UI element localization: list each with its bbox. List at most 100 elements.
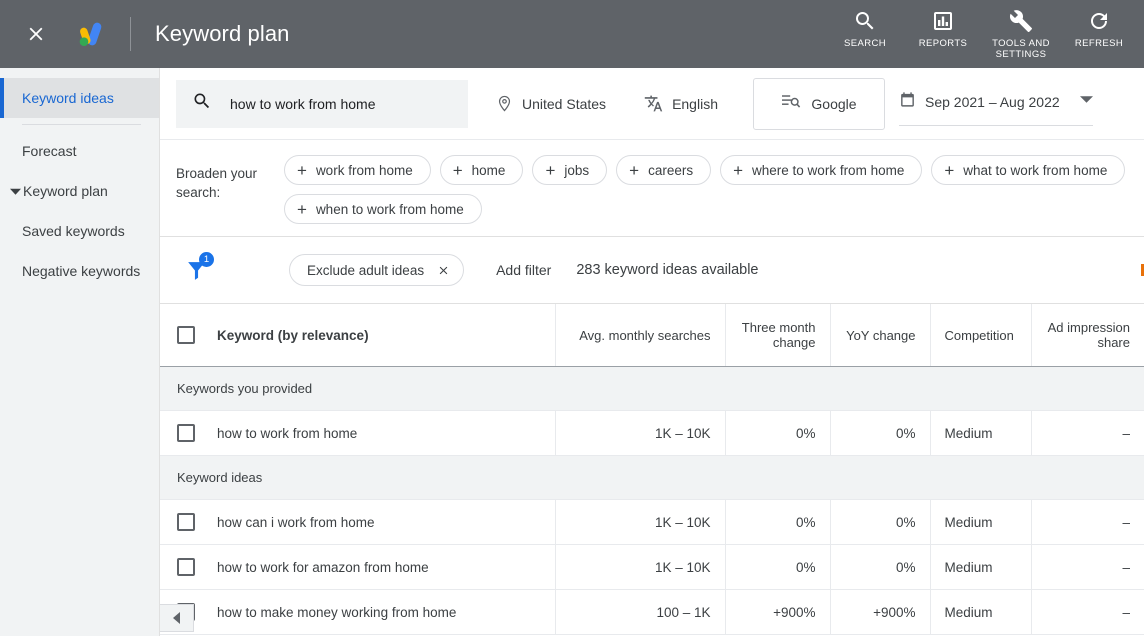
column-header-keyword-label: Keyword (by relevance): [217, 327, 369, 343]
main-content: how to work from home United States Engl…: [160, 68, 1144, 636]
cell-three-month-change: +900%: [724, 589, 830, 635]
toolbar-tools-settings-label: TOOLS AND SETTINGS: [992, 38, 1050, 60]
broaden-chip-list: + work from home + home + jobs + careers…: [284, 152, 1144, 224]
remove-filter-icon[interactable]: [437, 264, 450, 277]
broaden-chip-label: what to work from home: [963, 162, 1108, 178]
sidebar-item-saved-keywords[interactable]: Saved keywords: [0, 211, 159, 251]
cell-competition: Medium: [929, 410, 1031, 456]
toolbar-search-label: SEARCH: [844, 38, 886, 49]
broaden-chip-label: where to work from home: [752, 162, 905, 178]
broaden-chip-label: when to work from home: [315, 201, 464, 217]
toolbar-refresh-label: REFRESH: [1074, 38, 1124, 49]
broaden-chip[interactable]: + jobs: [532, 155, 608, 185]
plus-icon: +: [629, 160, 640, 180]
column-header-keyword[interactable]: Keyword (by relevance): [160, 303, 555, 367]
toolbar-refresh-button[interactable]: REFRESH: [1060, 8, 1138, 60]
sidebar: Keyword ideas Forecast Keyword plan Save…: [0, 68, 160, 636]
calendar-icon: [899, 91, 916, 113]
active-filter-chip[interactable]: Exclude adult ideas: [289, 254, 465, 286]
filter-button[interactable]: 1: [176, 250, 216, 290]
toolbar-tools-settings-button[interactable]: TOOLS AND SETTINGS: [982, 8, 1060, 60]
sidebar-item-label: Saved keywords: [22, 223, 125, 239]
keyword-planner-app: Keyword plan SEARCH REPORTS TOOLS AND SE…: [0, 0, 1144, 636]
app-bar-left: Keyword plan: [0, 0, 290, 68]
sidebar-item-forecast[interactable]: Forecast: [0, 131, 159, 171]
cell-keyword: how to work for amazon from home: [160, 544, 555, 590]
row-checkbox[interactable]: [177, 558, 195, 576]
broaden-chip[interactable]: + home: [439, 155, 524, 185]
sidebar-item-label: Negative keywords: [22, 263, 141, 279]
column-header-yoy-change[interactable]: YoY change: [829, 303, 930, 367]
available-ideas-count: 283 keyword ideas available: [576, 262, 759, 278]
plus-icon: +: [944, 160, 955, 180]
broaden-chip[interactable]: + work from home: [284, 155, 431, 185]
table-header-row: Keyword (by relevance) Avg. monthly sear…: [160, 303, 1144, 367]
cell-yoy-change: 0%: [829, 544, 930, 590]
search-icon: [853, 8, 877, 34]
keyword-ideas-table: Keyword (by relevance) Avg. monthly sear…: [160, 303, 1144, 635]
cell-ad-impression-share: –: [1030, 499, 1144, 545]
table-body: Keywords you provided how to work from h…: [160, 366, 1144, 635]
broaden-chip[interactable]: + where to work from home: [720, 155, 923, 185]
app-bar: Keyword plan SEARCH REPORTS TOOLS AND SE…: [0, 0, 1144, 68]
app-bar-divider: [130, 17, 131, 51]
keyword-text: how to work from home: [217, 425, 358, 441]
select-all-checkbox[interactable]: [177, 326, 195, 344]
table-row[interactable]: how to work for amazon from home 1K – 10…: [160, 544, 1144, 590]
date-range-selector[interactable]: Sep 2021 – Aug 2022: [898, 82, 1093, 126]
cell-competition: Medium: [929, 589, 1031, 635]
close-icon: [29, 27, 43, 41]
column-header-avg-monthly-searches[interactable]: Avg. monthly searches: [554, 303, 725, 367]
refresh-icon: [1087, 8, 1111, 34]
page-title: Keyword plan: [155, 21, 290, 46]
cell-yoy-change: +900%: [829, 589, 930, 635]
sidebar-item-keyword-ideas[interactable]: Keyword ideas: [0, 78, 159, 118]
cell-yoy-change: 0%: [829, 499, 930, 545]
google-ads-logo[interactable]: [70, 14, 110, 54]
plus-icon: +: [545, 160, 556, 180]
cell-three-month-change: 0%: [724, 544, 830, 590]
sidebar-collapse-handle[interactable]: [160, 604, 194, 632]
sidebar-item-negative-keywords[interactable]: Negative keywords: [0, 251, 159, 291]
row-checkbox[interactable]: [177, 424, 195, 442]
search-toolbar: how to work from home United States Engl…: [160, 68, 1144, 140]
keyword-text: how can i work from home: [217, 514, 375, 530]
broaden-chip-label: home: [471, 162, 506, 178]
wrench-icon: [1009, 8, 1033, 34]
broaden-chip[interactable]: + what to work from home: [931, 155, 1126, 185]
close-button[interactable]: [12, 10, 60, 58]
toolbar-reports-button[interactable]: REPORTS: [904, 8, 982, 60]
search-network-label: Google: [811, 95, 857, 112]
broaden-chip[interactable]: + careers: [616, 155, 712, 185]
broaden-chip-label: work from home: [315, 162, 413, 178]
column-header-ad-impression-share[interactable]: Ad impression share: [1030, 303, 1144, 367]
search-input[interactable]: how to work from home: [176, 79, 468, 128]
broaden-search-label: Broaden your search:: [176, 166, 258, 200]
row-checkbox[interactable]: [177, 513, 195, 531]
app-bar-tools: SEARCH REPORTS TOOLS AND SETTINGS REFRES…: [826, 0, 1144, 68]
section-title: Keywords you provided: [160, 366, 1144, 411]
add-filter-button[interactable]: Add filter: [496, 262, 551, 278]
table-row[interactable]: how can i work from home 1K – 10K 0% 0% …: [160, 499, 1144, 545]
date-range-label: Sep 2021 – Aug 2022: [924, 94, 1060, 110]
caret-down-icon: [8, 186, 22, 197]
table-row[interactable]: how to work from home 1K – 10K 0% 0% Med…: [160, 410, 1144, 456]
toolbar-search-button[interactable]: SEARCH: [826, 8, 904, 60]
language-selector[interactable]: English: [638, 80, 724, 128]
broaden-search-section: Broaden your search: + work from home + …: [160, 140, 1144, 237]
cell-avg-monthly-searches: 1K – 10K: [554, 544, 725, 590]
cell-avg-monthly-searches: 1K – 10K: [554, 499, 725, 545]
plus-icon: +: [297, 199, 307, 219]
location-selector[interactable]: United States: [490, 80, 612, 128]
column-header-three-month-change[interactable]: Three month change: [724, 303, 830, 367]
search-network-selector[interactable]: Google: [752, 77, 885, 130]
cell-avg-monthly-searches: 1K – 10K: [554, 410, 725, 456]
active-filter-label: Exclude adult ideas: [307, 262, 425, 278]
keyword-table-wrapper: Keyword (by relevance) Avg. monthly sear…: [160, 303, 1144, 635]
plus-icon: +: [733, 160, 744, 180]
sidebar-item-keyword-plan[interactable]: Keyword plan: [0, 171, 159, 211]
table-row[interactable]: how to make money working from home 100 …: [160, 589, 1144, 635]
location-label: United States: [522, 95, 607, 112]
broaden-chip[interactable]: + when to work from home: [284, 194, 482, 224]
column-header-competition[interactable]: Competition: [929, 303, 1031, 367]
